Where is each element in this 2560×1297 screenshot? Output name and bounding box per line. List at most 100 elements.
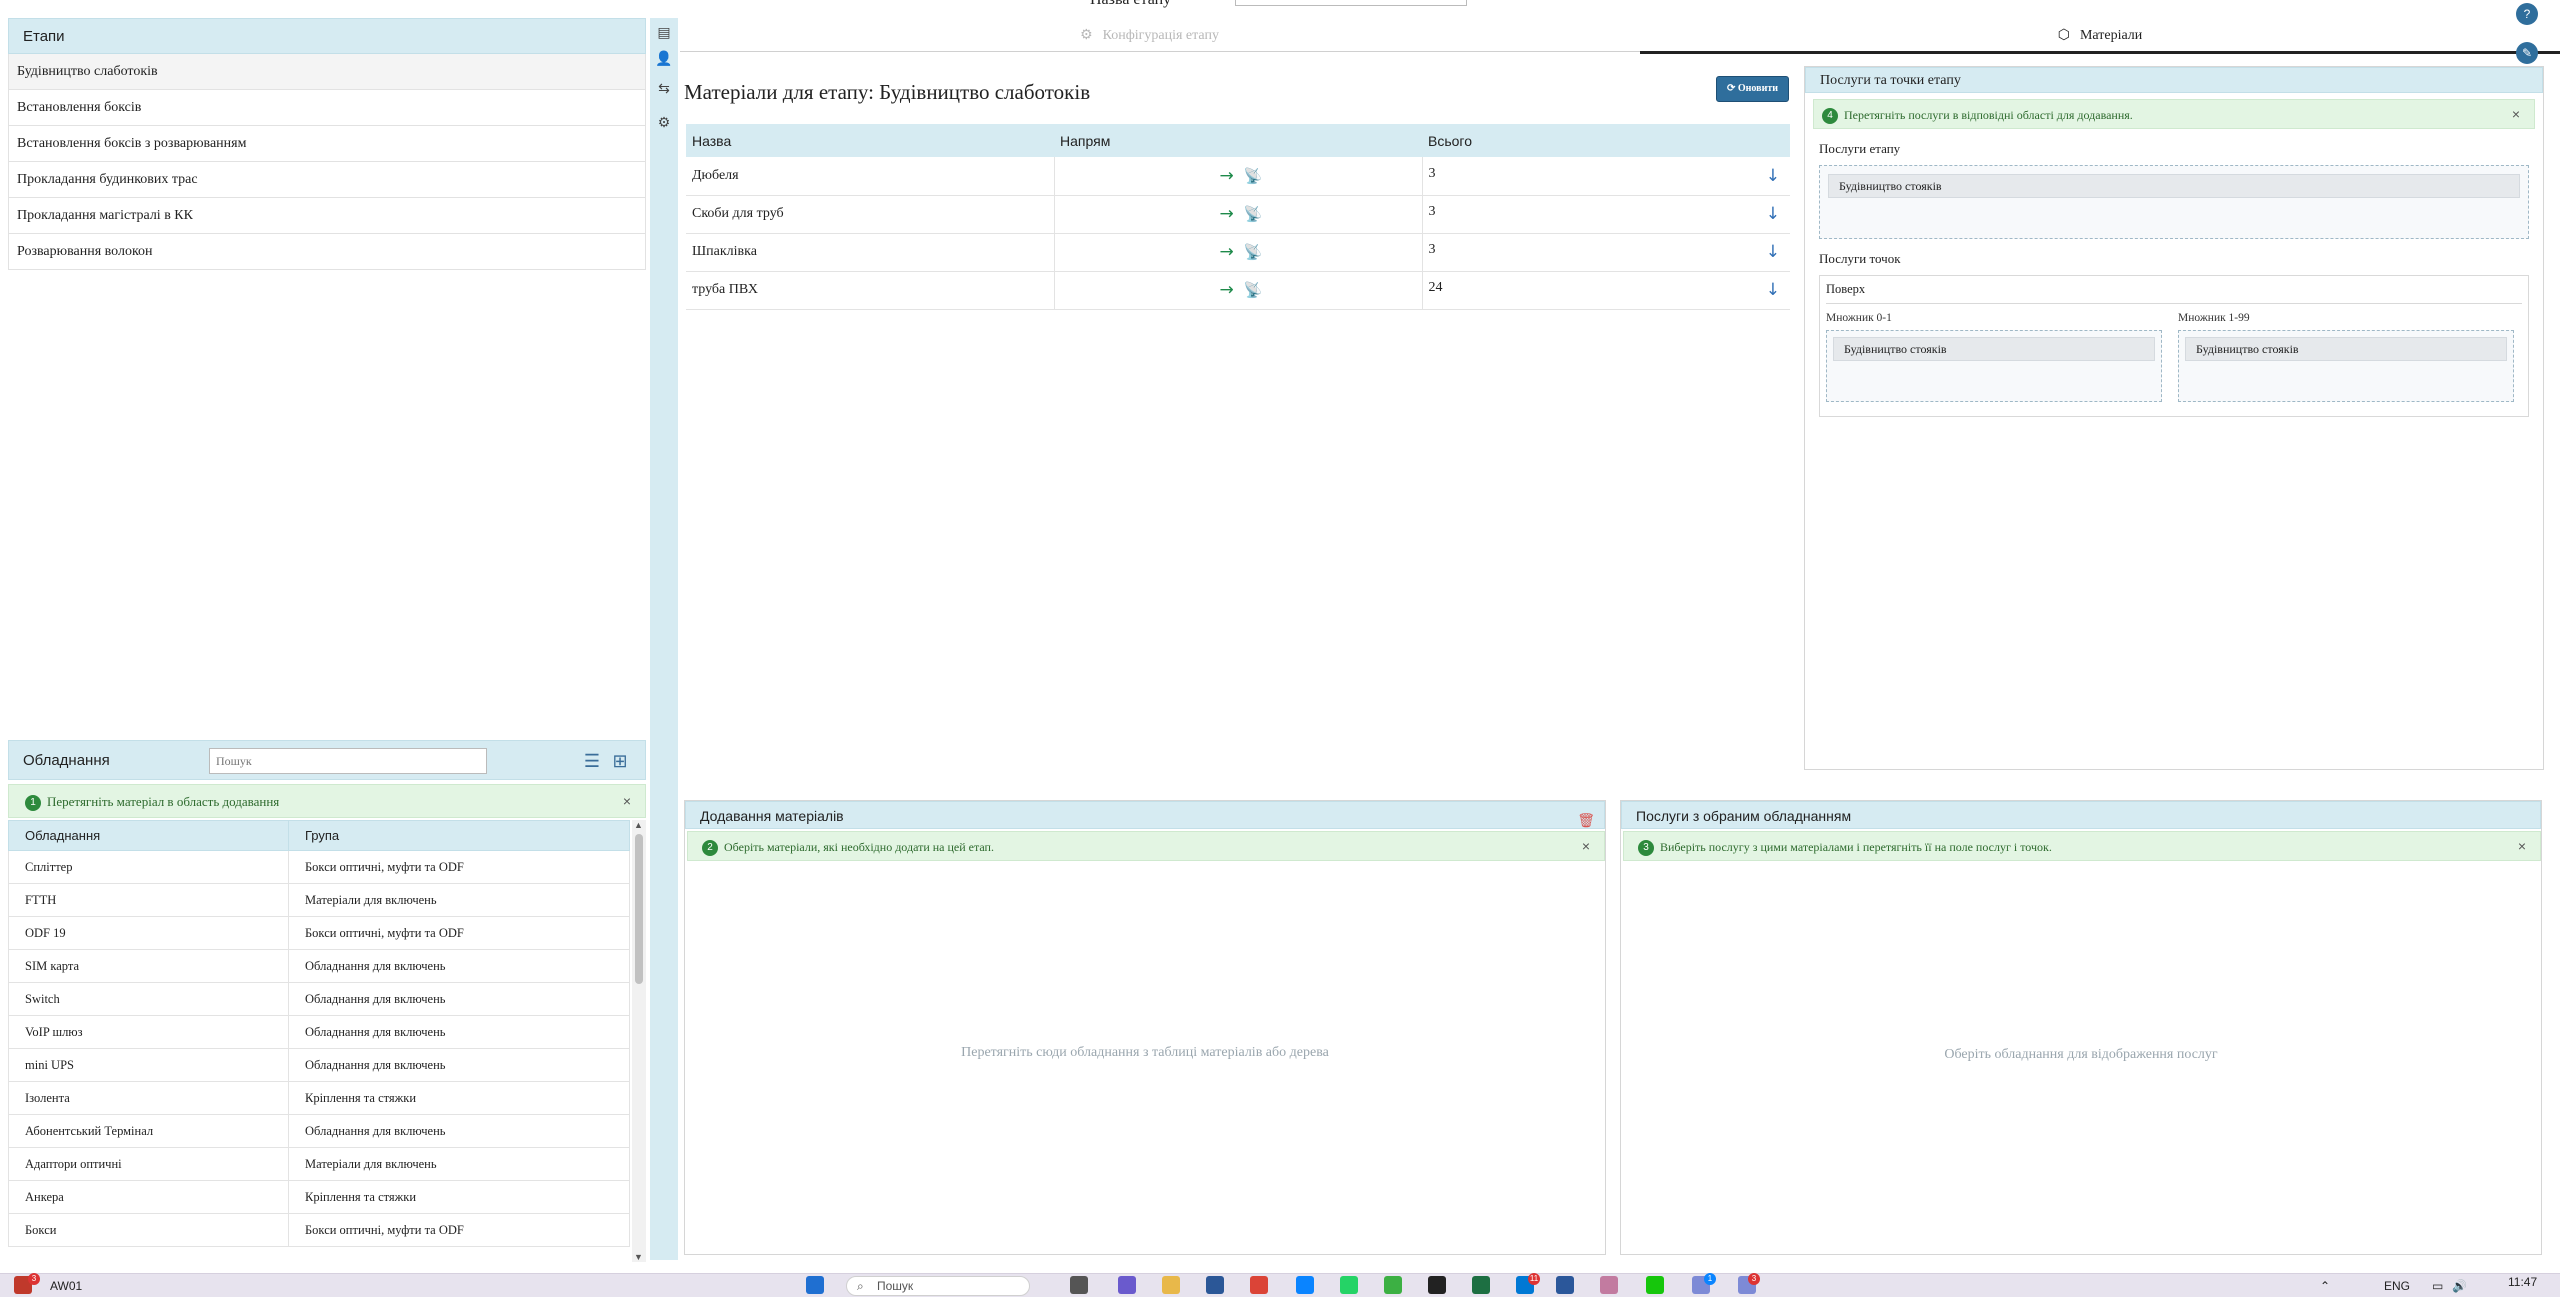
- clock[interactable]: 11:47: [2508, 1272, 2537, 1292]
- taskbar-search[interactable]: ⌕ Пошук: [846, 1276, 1030, 1296]
- material-name: труба ПВХ: [686, 271, 1054, 310]
- multiplier-dropzone[interactable]: Будівництво стояків: [1826, 330, 2162, 402]
- table-row[interactable]: труба ПВХ → 📡 24 ↓: [686, 271, 1790, 310]
- arrow-right-icon[interactable]: →: [1220, 204, 1234, 224]
- arrow-right-icon[interactable]: →: [1220, 280, 1234, 300]
- equipment-title: Обладнання: [23, 752, 110, 769]
- column-header-total[interactable]: Всього: [1422, 124, 1790, 157]
- folder-icon[interactable]: [1162, 1276, 1180, 1294]
- stage-item[interactable]: Встановлення боксів з розварюванням: [8, 126, 646, 162]
- equipment-name: Абонентський Термінал: [8, 1114, 289, 1148]
- word-icon[interactable]: [1556, 1276, 1574, 1294]
- telegram-icon[interactable]: [1296, 1276, 1314, 1294]
- table-row[interactable]: Switch Обладнання для включень: [8, 982, 630, 1016]
- tab-configuration[interactable]: ⚙ Конфігурація етапу: [1080, 20, 1219, 54]
- table-row[interactable]: Ізолента Кріплення та стяжки: [8, 1081, 630, 1115]
- column-header-equipment[interactable]: Обладнання: [8, 820, 289, 851]
- stage-name-input[interactable]: [1235, 0, 1467, 6]
- arrow-right-icon[interactable]: →: [1220, 242, 1234, 262]
- table-row[interactable]: VoIP шлюз Обладнання для включень: [8, 1015, 630, 1049]
- table-row[interactable]: Адаптори оптичні Матеріали для включень: [8, 1147, 630, 1181]
- services-panel: Послуги та точки етапу 4 Перетягніть посл…: [1804, 66, 2544, 770]
- close-icon[interactable]: ×: [1582, 831, 1590, 861]
- add-materials-panel[interactable]: Додавання матеріалів 🗑 2 Оберіть матеріал…: [684, 800, 1606, 1255]
- arrow-right-icon[interactable]: →: [1220, 166, 1234, 186]
- refresh-button[interactable]: ⟳ Оновити: [1716, 76, 1789, 102]
- table-row[interactable]: SIM карта Обладнання для включень: [8, 949, 630, 983]
- equipment-scrollbar[interactable]: ▲ ▼: [632, 820, 646, 1262]
- multiplier-dropzone[interactable]: Будівництво стояків: [2178, 330, 2514, 402]
- stage-name-label: Назва етапу: [1090, 0, 1171, 9]
- arrow-down-icon[interactable]: ↓: [1766, 166, 1780, 186]
- stage-item[interactable]: Прокладання магістралі в КК: [8, 198, 646, 234]
- speaker-icon[interactable]: 🔊: [2452, 1276, 2467, 1296]
- notification-badge: 3: [28, 1273, 40, 1285]
- materials-title: Матеріали для етапу: Будівництво слабото…: [684, 80, 1091, 104]
- table-row[interactable]: Скоби для труб → 📡 3 ↓: [686, 195, 1790, 234]
- equipment-name: Бокси: [8, 1213, 289, 1247]
- shuffle-icon[interactable]: ⇆: [654, 80, 674, 100]
- chevron-up-icon[interactable]: ⌃: [2320, 1276, 2330, 1296]
- table-row[interactable]: Бокси Бокси оптичні, муфти та ODF: [8, 1213, 630, 1247]
- arrow-down-icon[interactable]: ↓: [1766, 204, 1780, 224]
- table-row[interactable]: Шпаклівка → 📡 3 ↓: [686, 233, 1790, 272]
- services-equipment-notice: 3 Виберіть послугу з цими матеріалами і п…: [1623, 831, 2541, 861]
- arrow-down-icon[interactable]: ↓: [1766, 280, 1780, 300]
- equipment-name: Адаптори оптичні: [8, 1147, 289, 1181]
- scroll-down-icon[interactable]: ▼: [634, 1252, 643, 1262]
- table-row[interactable]: Спліттер Бокси оптичні, муфти та ODF: [8, 850, 630, 884]
- equipment-table-wrap: Обладнання Група Спліттер Бокси оптичні, …: [8, 820, 646, 1262]
- scroll-up-icon[interactable]: ▲: [634, 820, 643, 830]
- app-icon[interactable]: [1646, 1276, 1664, 1294]
- whatsapp-icon[interactable]: [1340, 1276, 1358, 1294]
- table-row[interactable]: ODF 19 Бокси оптичні, муфти та ODF: [8, 916, 630, 950]
- user-icon[interactable]: 👤: [654, 50, 674, 70]
- upload-icon[interactable]: [1384, 1276, 1402, 1294]
- network-icon[interactable]: ▭: [2432, 1276, 2443, 1296]
- stage-services-label: Послуги етапу: [1819, 141, 1901, 156]
- table-row[interactable]: Анкера Кріплення та стяжки: [8, 1180, 630, 1214]
- list-view-icon[interactable]: ▤: [654, 24, 674, 44]
- column-header-direction[interactable]: Напрям: [1054, 124, 1422, 157]
- app-icon[interactable]: [1428, 1276, 1446, 1294]
- stage-item[interactable]: Будівництво слаботоків: [8, 54, 646, 90]
- service-pill[interactable]: Будівництво стояків: [1828, 174, 2520, 198]
- store-icon[interactable]: [1206, 1276, 1224, 1294]
- multiplier-0-1: Множник 0-1 Будівництво стояків: [1826, 312, 2162, 402]
- list-icon[interactable]: ☰: [581, 750, 603, 772]
- service-pill[interactable]: Будівництво стояків: [1833, 337, 2155, 361]
- table-row[interactable]: Абонентський Термінал Обладнання для вклю…: [8, 1114, 630, 1148]
- table-row[interactable]: Дюбеля → 📡 3 ↓: [686, 157, 1790, 196]
- close-icon[interactable]: ×: [2518, 831, 2526, 861]
- copilot-icon[interactable]: [1118, 1276, 1136, 1294]
- table-row[interactable]: FTTH Матеріали для включень: [8, 883, 630, 917]
- equipment-search-input[interactable]: [209, 748, 487, 774]
- column-header-name[interactable]: Назва: [686, 124, 1054, 157]
- app-icon[interactable]: [1600, 1276, 1618, 1294]
- taskbar-app-label[interactable]: AW01: [50, 1276, 82, 1296]
- scrollbar-thumb[interactable]: [635, 834, 643, 984]
- stage-item[interactable]: Розварювання волокон: [8, 234, 646, 270]
- table-row[interactable]: mini UPS Обладнання для включень: [8, 1048, 630, 1082]
- settings-icon[interactable]: ⚙: [654, 114, 674, 134]
- language-indicator[interactable]: ENG: [2384, 1276, 2410, 1296]
- stage-item[interactable]: Встановлення боксів: [8, 90, 646, 126]
- tree-view-icon[interactable]: ⊞: [609, 750, 631, 772]
- edit-icon[interactable]: ✎: [2516, 42, 2538, 64]
- help-icon[interactable]: ?: [2516, 3, 2538, 25]
- tab-materials[interactable]: ⬡ Матеріали: [1640, 20, 2560, 54]
- services-equipment-empty: Оберіть обладнання для відображення посл…: [1944, 1047, 2218, 1062]
- column-header-group[interactable]: Група: [288, 820, 630, 851]
- arrow-down-icon[interactable]: ↓: [1766, 242, 1780, 262]
- equipment-name: Ізолента: [8, 1081, 289, 1115]
- task-view-icon[interactable]: [1070, 1276, 1088, 1294]
- chrome-icon[interactable]: [1250, 1276, 1268, 1294]
- close-icon[interactable]: ×: [623, 784, 631, 818]
- excel-icon[interactable]: [1472, 1276, 1490, 1294]
- close-icon[interactable]: ×: [2512, 99, 2520, 129]
- stages-title: Етапи: [8, 18, 646, 54]
- windows-start-icon[interactable]: [806, 1276, 824, 1294]
- service-pill[interactable]: Будівництво стояків: [2185, 337, 2507, 361]
- stage-services-dropzone[interactable]: Будівництво стояків: [1819, 165, 2529, 239]
- stage-item[interactable]: Прокладання будинкових трас: [8, 162, 646, 198]
